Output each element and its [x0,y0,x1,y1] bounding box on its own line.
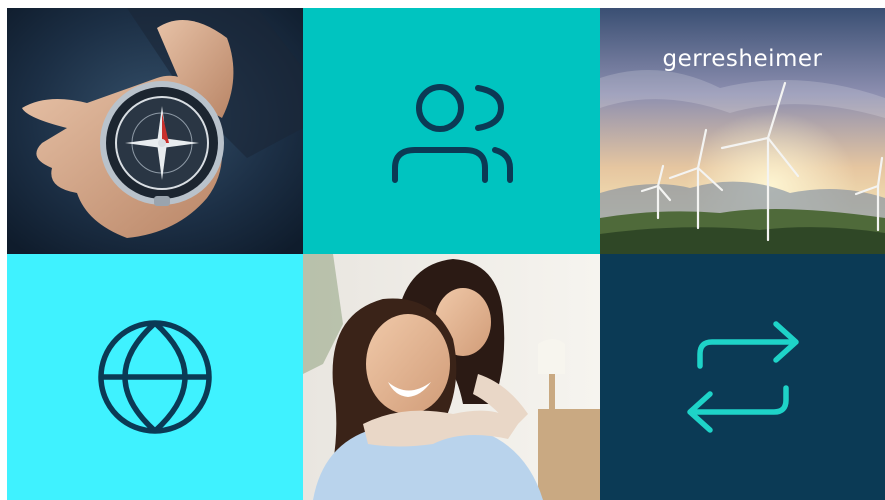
wind-turbines-photo: gerresheimer [600,8,885,254]
globe-tile [7,254,303,500]
users-icon [392,84,513,183]
image-collage: gerresheimer [7,8,885,500]
gerresheimer-logo: gerresheimer [662,46,823,72]
users-tile [303,8,600,254]
exchange-tile [600,254,885,500]
mother-daughter-photo [303,254,600,500]
compass-photo [7,8,303,254]
globe-icon [98,320,212,434]
exchange-arrows-icon [687,321,799,433]
